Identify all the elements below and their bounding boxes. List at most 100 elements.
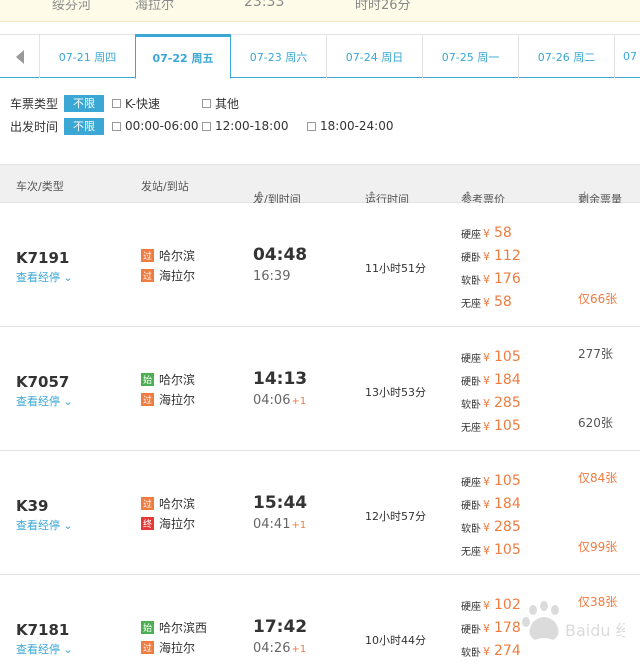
seat-price: 软卧 ¥285 bbox=[461, 395, 521, 411]
price-value: 58 bbox=[494, 294, 512, 310]
arrival-time: 04:06+1 bbox=[253, 393, 307, 408]
station-type-badge: 始 bbox=[141, 621, 154, 634]
previous-dates-button[interactable] bbox=[0, 35, 40, 78]
yen-icon: ¥ bbox=[483, 295, 490, 309]
filter-any-button[interactable]: 不限 bbox=[64, 94, 104, 112]
seat-type: 硬座 bbox=[461, 353, 481, 365]
departure-station: 始哈尔滨 bbox=[141, 371, 195, 388]
price-value: 105 bbox=[494, 542, 521, 558]
arrival-time: 16:39 bbox=[253, 269, 291, 284]
price-value: 58 bbox=[494, 225, 512, 241]
departure-station: 始哈尔滨西 bbox=[141, 619, 207, 636]
seat-price: 软卧 ¥274 bbox=[461, 643, 521, 659]
station-type-badge: 始 bbox=[141, 373, 154, 386]
travel-duration: 12小时57分 bbox=[365, 510, 426, 523]
filter-other[interactable]: 其他 bbox=[202, 95, 239, 112]
tab-date-0721[interactable]: 07-21 周四 bbox=[40, 35, 136, 78]
chevron-down-icon: ⌄ bbox=[63, 519, 73, 532]
remaining-tickets: 仅84张 bbox=[578, 471, 618, 485]
filter-time-12-18[interactable]: 12:00-18:00 bbox=[202, 119, 307, 133]
filter-label: 出发时间 bbox=[10, 119, 59, 134]
arrival-time: 04:41+1 bbox=[253, 517, 307, 532]
seat-price: 硬卧 ¥184 bbox=[461, 496, 521, 512]
checkbox-icon bbox=[307, 121, 316, 131]
tab-date-0726[interactable]: 07-26 周二 bbox=[519, 35, 615, 78]
yen-icon: ¥ bbox=[483, 226, 490, 240]
table-row[interactable]: K7057 查看经停 ⌄ 始哈尔滨过海拉尔 14:13 04:06+1 13小时53分 硬座… bbox=[0, 327, 640, 451]
seat-price: 无座 ¥105 bbox=[461, 418, 521, 434]
checkbox-icon bbox=[202, 98, 211, 108]
price-value: 184 bbox=[494, 372, 521, 388]
filter-time-00-06[interactable]: 00:00-06:00 bbox=[112, 119, 202, 133]
seat-type: 硬卧 bbox=[461, 376, 481, 388]
seat-type: 硬座 bbox=[461, 477, 481, 489]
filter-k-express[interactable]: K-快速 bbox=[112, 95, 202, 112]
view-stops-link[interactable]: 查看经停 ⌄ bbox=[16, 269, 73, 285]
departure-time: 15:44 bbox=[253, 493, 308, 513]
tab-date-next[interactable]: 07 bbox=[615, 35, 640, 78]
remaining-tickets: 277张 bbox=[578, 347, 613, 361]
yen-icon: ¥ bbox=[483, 373, 490, 387]
checkbox-icon bbox=[112, 98, 121, 108]
tab-date-0722[interactable]: 07-22 周五 bbox=[135, 34, 231, 79]
checkbox-icon bbox=[202, 121, 211, 131]
filter-option-label: K-快速 bbox=[125, 96, 160, 111]
sort-up-icon: ↑ bbox=[464, 191, 472, 201]
table-row[interactable]: K7191 查看经停 ⌄ 过哈尔滨过海拉尔 04:48 16:39 11小时51分 硬座 ¥5… bbox=[0, 203, 640, 327]
filter-any-button[interactable]: 不限 bbox=[64, 117, 104, 135]
station-type-badge: 过 bbox=[141, 497, 154, 510]
ticket-type-filter: 车票类型 不限 K-快速 其他 bbox=[10, 94, 239, 112]
yen-icon: ¥ bbox=[483, 272, 490, 286]
remaining-tickets: 仅66张 bbox=[578, 292, 618, 306]
train-number[interactable]: K39 bbox=[16, 497, 49, 515]
price-value: 105 bbox=[494, 418, 521, 434]
yen-icon: ¥ bbox=[483, 350, 490, 364]
seat-price: 硬卧 ¥112 bbox=[461, 248, 521, 264]
sort-up-icon: ↑ bbox=[256, 191, 264, 201]
tab-date-0724[interactable]: 07-24 周日 bbox=[327, 35, 423, 78]
departure-station: 过哈尔滨 bbox=[141, 495, 195, 512]
price-value: 176 bbox=[494, 271, 521, 287]
remaining-tickets: 620张 bbox=[578, 416, 613, 430]
watermark-text: Baidu 经验 bbox=[565, 621, 625, 640]
strip-text: 绥芬河 bbox=[52, 0, 92, 13]
next-day-marker: +1 bbox=[291, 520, 307, 531]
arrival-station: 过海拉尔 bbox=[141, 267, 195, 284]
train-number[interactable]: K7181 bbox=[16, 621, 69, 639]
yen-icon: ¥ bbox=[483, 621, 490, 635]
yen-icon: ¥ bbox=[483, 598, 490, 612]
view-stops-link[interactable]: 查看经停 ⌄ bbox=[16, 641, 73, 657]
seat-price: 硬座 ¥102 bbox=[461, 597, 521, 613]
baidu-paw-logo: Baidu 经验 bbox=[522, 601, 625, 640]
filter-option-label: 12:00-18:00 bbox=[215, 119, 289, 133]
remaining-tickets: 仅99张 bbox=[578, 540, 618, 554]
departure-station: 过哈尔滨 bbox=[141, 247, 195, 264]
seat-type: 硬卧 bbox=[461, 624, 481, 636]
station-name: 哈尔滨 bbox=[159, 497, 196, 511]
station-name: 海拉尔 bbox=[159, 393, 196, 407]
view-stops-link[interactable]: 查看经停 ⌄ bbox=[16, 393, 73, 409]
seat-type: 软卧 bbox=[461, 647, 481, 659]
sort-down-icon: ↓ bbox=[581, 191, 589, 201]
arrival-station: 过海拉尔 bbox=[141, 391, 195, 408]
tab-date-0725[interactable]: 07-25 周一 bbox=[423, 35, 519, 78]
seat-type: 硬卧 bbox=[461, 252, 481, 264]
table-header: 车次/类型 发站/到站 发/到时间 ↑ 运行时间 ↑ 参考票价 ↑ 剩余票量 ↓ bbox=[0, 164, 640, 206]
train-number[interactable]: K7057 bbox=[16, 373, 69, 391]
column-stations: 发站/到站 bbox=[141, 180, 189, 193]
yen-icon: ¥ bbox=[483, 419, 490, 433]
seat-price: 硬卧 ¥178 bbox=[461, 620, 521, 636]
seat-price: 软卧 ¥176 bbox=[461, 271, 521, 287]
station-type-badge: 过 bbox=[141, 269, 154, 282]
station-type-badge: 终 bbox=[141, 517, 154, 530]
tab-date-0723[interactable]: 07-23 周六 bbox=[231, 35, 327, 78]
station-type-badge: 过 bbox=[141, 249, 154, 262]
train-number[interactable]: K7191 bbox=[16, 249, 69, 267]
table-row[interactable]: K39 查看经停 ⌄ 过哈尔滨终海拉尔 15:44 04:41+1 12小时57分 硬座 ¥1… bbox=[0, 451, 640, 575]
filter-time-18-24[interactable]: 18:00-24:00 bbox=[307, 119, 394, 133]
filter-option-label: 18:00-24:00 bbox=[320, 119, 394, 133]
view-stops-link[interactable]: 查看经停 ⌄ bbox=[16, 517, 73, 533]
travel-duration: 10小时44分 bbox=[365, 634, 426, 647]
price-value: 184 bbox=[494, 496, 521, 512]
date-tabs: 07-21 周四 07-22 周五 07-23 周六 07-24 周日 07-2… bbox=[0, 34, 640, 79]
